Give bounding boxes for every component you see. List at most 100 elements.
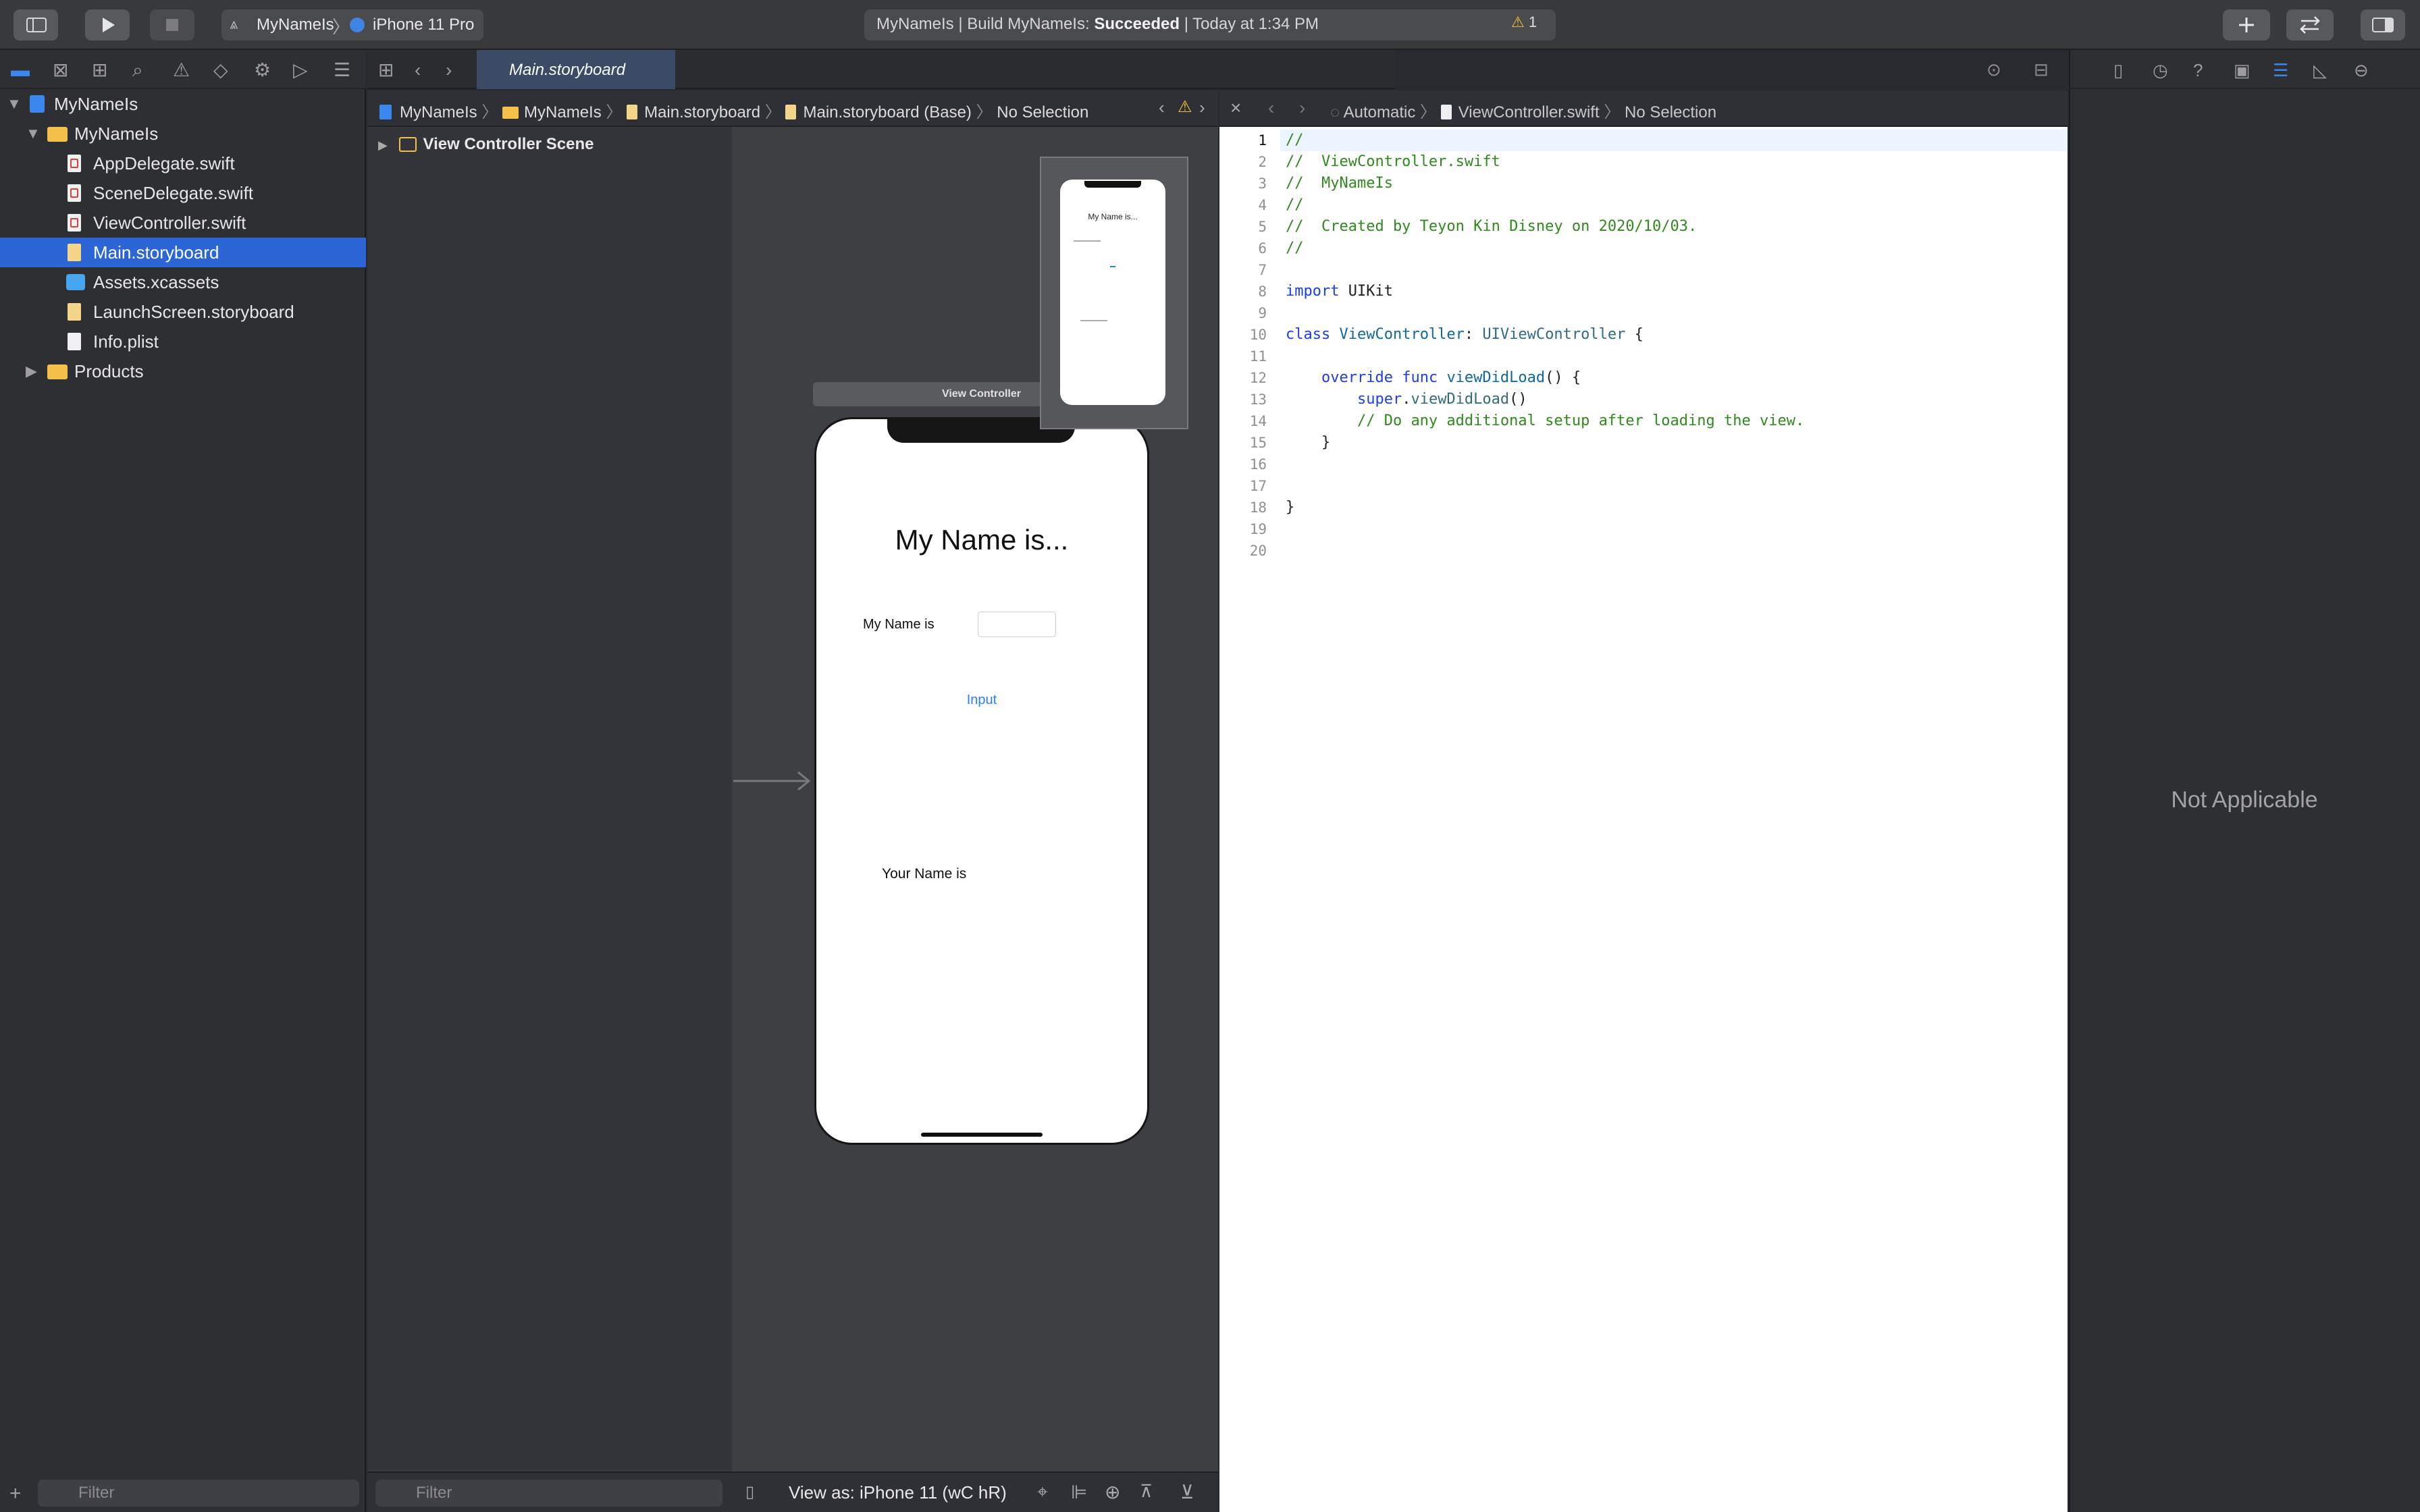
split-editor-icon[interactable]: ⊟	[2034, 59, 2049, 80]
tree-item-products[interactable]: ▶ Products	[0, 356, 366, 386]
run-button[interactable]	[85, 9, 130, 40]
issue-prev-icon[interactable]: ‹	[1159, 97, 1165, 118]
code-line[interactable]: // Created by Teyon Kin Disney on 2020/1…	[1286, 216, 1697, 238]
minimap-result	[1080, 320, 1107, 321]
asset-catalog-icon	[66, 274, 85, 290]
add-constraints-icon[interactable]: ⊕	[1105, 1481, 1120, 1503]
connections-inspector-icon[interactable]: ⊖	[2354, 61, 2369, 80]
zoom-fit-icon[interactable]: ⌖	[1037, 1481, 1048, 1503]
device-icon	[350, 18, 365, 32]
chevron-right-icon: 〉	[976, 103, 993, 122]
tree-item-group[interactable]: ▼ MyNameIs	[0, 119, 366, 148]
code-line[interactable]: //	[1286, 130, 1304, 151]
forward-arrow-icon[interactable]: ›	[446, 61, 452, 80]
scene-dock[interactable]: View Controller	[813, 382, 1043, 406]
line-number: 18	[1249, 500, 1267, 516]
breadcrumb-item[interactable]: MyNameIs	[400, 103, 477, 122]
name-text-field[interactable]	[978, 612, 1056, 637]
code-line[interactable]: import UIKit	[1286, 281, 1393, 302]
add-file-icon[interactable]: +	[9, 1482, 22, 1505]
code-review-button[interactable]	[2286, 9, 2334, 40]
outline-item-scene[interactable]: ▶ View Controller Scene	[378, 135, 594, 154]
code-line[interactable]: // ViewController.swift	[1286, 151, 1500, 173]
sidebar-icon	[26, 18, 47, 32]
input-button[interactable]: Input	[814, 693, 1149, 708]
attributes-inspector-icon[interactable]: ☰	[2273, 61, 2288, 80]
view-as-control[interactable]: View as: iPhone 11 (wC hR)	[789, 1482, 1007, 1503]
sidebar-toggle-button[interactable]	[14, 9, 58, 40]
breadcrumb-item[interactable]: MyNameIs	[524, 103, 602, 122]
scheme-selector[interactable]: ⩓ MyNameIs 〉 iPhone 11 Pro	[221, 9, 483, 40]
tab-main-storyboard[interactable]: Main.storyboard	[477, 50, 675, 89]
breadcrumb-item[interactable]: No Selection	[1625, 103, 1716, 122]
resolve-issues-icon[interactable]: ⊼	[1140, 1481, 1153, 1502]
tree-item-file[interactable]: ViewController.swift	[0, 208, 366, 238]
test-icon[interactable]: ◇	[213, 61, 228, 80]
warning-badge[interactable]: ⚠ 1	[1511, 14, 1537, 31]
file-inspector-icon[interactable]: ▯	[2113, 61, 2123, 80]
find-icon[interactable]: ⌕	[132, 61, 143, 80]
breadcrumb-item[interactable]: No Selection	[997, 103, 1088, 122]
code-line[interactable]: // Do any additional setup after loading…	[1286, 410, 1804, 432]
forward-arrow-icon[interactable]: ›	[1299, 97, 1305, 119]
inspector-toggle-button[interactable]	[2361, 9, 2405, 40]
play-icon	[103, 18, 115, 32]
result-label[interactable]: Your Name is	[882, 866, 966, 882]
back-arrow-icon[interactable]: ‹	[1268, 97, 1274, 119]
issue-icon[interactable]: ⚠	[173, 61, 190, 80]
view-as-label: View as: iPhone 11 (	[789, 1482, 949, 1503]
tree-item-file-selected[interactable]: Main.storyboard	[0, 238, 366, 267]
tree-item-file[interactable]: LaunchScreen.storyboard	[0, 297, 366, 327]
scene-dock-label: View Controller	[941, 388, 1021, 400]
breadcrumb-item[interactable]: ViewController.swift	[1458, 103, 1600, 122]
code-line[interactable]: // MyNameIs	[1286, 173, 1393, 194]
adjust-editor-icon[interactable]: ⊙	[1987, 59, 2001, 80]
title-label[interactable]: My Name is...	[814, 524, 1149, 556]
close-icon[interactable]: ×	[1230, 97, 1241, 119]
code-line[interactable]: super.viewDidLoad()	[1286, 389, 1527, 410]
code-line[interactable]: //	[1286, 194, 1304, 216]
identity-inspector-icon[interactable]: ▣	[2234, 61, 2251, 80]
warning-icon[interactable]: ⚠	[1178, 97, 1192, 117]
issue-next-icon[interactable]: ›	[1199, 97, 1205, 118]
warning-icon: ⚠	[1511, 14, 1525, 30]
assistant-editor[interactable]	[1219, 90, 2068, 1512]
tree-item-file[interactable]: Info.plist	[0, 327, 366, 356]
report-icon[interactable]: ☰	[334, 61, 350, 80]
library-button[interactable]	[2223, 9, 2270, 40]
related-items-icon: ◌	[1330, 103, 1340, 122]
embed-in-icon[interactable]: ⊻	[1180, 1481, 1194, 1503]
symbol-navigator-icon[interactable]: ⊞	[92, 61, 107, 80]
code-line[interactable]: //	[1286, 238, 1304, 259]
breadcrumb-item[interactable]: Main.storyboard	[644, 103, 760, 122]
folder-navigator-icon[interactable]: ▬	[11, 61, 30, 80]
tree-item-project-root[interactable]: ▼ MyNameIs	[0, 89, 366, 119]
storyboard-file-icon	[68, 244, 81, 261]
minimap-title: My Name is...	[1088, 212, 1138, 221]
code-line[interactable]: }	[1286, 432, 1330, 454]
back-arrow-icon[interactable]: ‹	[415, 61, 421, 80]
tree-item-file[interactable]: Assets.xcassets	[0, 267, 366, 297]
tree-item-file[interactable]: SceneDelegate.swift	[0, 178, 366, 208]
align-icon[interactable]: ⊫	[1071, 1481, 1087, 1503]
filter-placeholder: Filter	[78, 1484, 115, 1502]
code-line[interactable]: }	[1286, 497, 1294, 518]
debug-icon[interactable]: ⚙	[254, 61, 271, 80]
breadcrumb-item[interactable]: Main.storyboard (Base)	[803, 103, 971, 122]
breadcrumb-item[interactable]: Automatic	[1344, 103, 1416, 122]
size-inspector-icon[interactable]: ◺	[2313, 61, 2327, 80]
navigator-filter-input[interactable]: Filter	[38, 1480, 359, 1507]
grid-icon[interactable]: ⊞	[378, 61, 394, 80]
tree-item-file[interactable]: AppDelegate.swift	[0, 148, 366, 178]
code-line[interactable]: override func viewDidLoad() {	[1286, 367, 1581, 389]
name-label[interactable]: My Name is	[863, 617, 935, 632]
code-line[interactable]: class ViewController: UIViewController {	[1286, 324, 1643, 346]
source-control-icon[interactable]: ⊠	[53, 61, 68, 80]
outline-toggle-icon[interactable]: ▯	[745, 1482, 754, 1502]
breakpoint-icon[interactable]: ▷	[293, 61, 308, 80]
help-icon[interactable]: ?	[2193, 61, 2203, 80]
history-icon[interactable]: ◷	[2153, 61, 2168, 80]
stop-button[interactable]	[150, 9, 194, 40]
outline-filter-input[interactable]: Filter	[375, 1480, 722, 1507]
disclosure-open-icon: ▼	[26, 125, 41, 142]
